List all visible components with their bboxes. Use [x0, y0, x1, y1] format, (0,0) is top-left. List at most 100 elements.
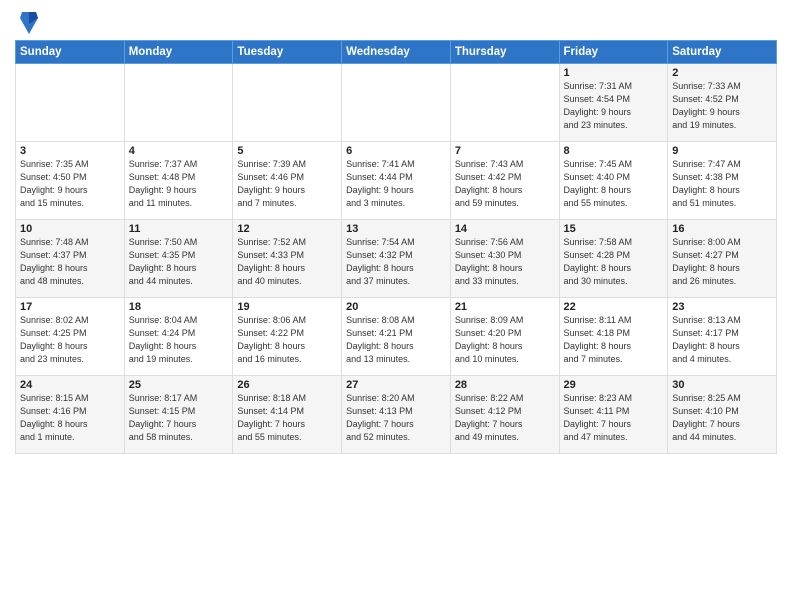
day-info: Sunrise: 7:58 AM Sunset: 4:28 PM Dayligh…: [564, 236, 664, 288]
day-info: Sunrise: 8:17 AM Sunset: 4:15 PM Dayligh…: [129, 392, 229, 444]
calendar-week-row: 24Sunrise: 8:15 AM Sunset: 4:16 PM Dayli…: [16, 376, 777, 454]
calendar-week-row: 1Sunrise: 7:31 AM Sunset: 4:54 PM Daylig…: [16, 64, 777, 142]
day-info: Sunrise: 8:20 AM Sunset: 4:13 PM Dayligh…: [346, 392, 446, 444]
day-info: Sunrise: 7:41 AM Sunset: 4:44 PM Dayligh…: [346, 158, 446, 210]
calendar-day-cell: [124, 64, 233, 142]
logo-icon: [18, 10, 40, 36]
weekday-header: Saturday: [668, 41, 777, 64]
day-info: Sunrise: 8:08 AM Sunset: 4:21 PM Dayligh…: [346, 314, 446, 366]
day-info: Sunrise: 7:48 AM Sunset: 4:37 PM Dayligh…: [20, 236, 120, 288]
calendar-day-cell: [233, 64, 342, 142]
day-number: 24: [20, 379, 120, 391]
day-info: Sunrise: 7:52 AM Sunset: 4:33 PM Dayligh…: [237, 236, 337, 288]
calendar-day-cell: 23Sunrise: 8:13 AM Sunset: 4:17 PM Dayli…: [668, 298, 777, 376]
calendar-day-cell: 11Sunrise: 7:50 AM Sunset: 4:35 PM Dayli…: [124, 220, 233, 298]
day-number: 3: [20, 145, 120, 157]
day-number: 22: [564, 301, 664, 313]
calendar-day-cell: 10Sunrise: 7:48 AM Sunset: 4:37 PM Dayli…: [16, 220, 125, 298]
day-number: 2: [672, 67, 772, 79]
day-info: Sunrise: 8:23 AM Sunset: 4:11 PM Dayligh…: [564, 392, 664, 444]
calendar-day-cell: 4Sunrise: 7:37 AM Sunset: 4:48 PM Daylig…: [124, 142, 233, 220]
calendar-day-cell: [16, 64, 125, 142]
day-info: Sunrise: 8:15 AM Sunset: 4:16 PM Dayligh…: [20, 392, 120, 444]
logo: [15, 14, 40, 36]
calendar-day-cell: 12Sunrise: 7:52 AM Sunset: 4:33 PM Dayli…: [233, 220, 342, 298]
calendar-day-cell: 6Sunrise: 7:41 AM Sunset: 4:44 PM Daylig…: [342, 142, 451, 220]
day-number: 20: [346, 301, 446, 313]
day-info: Sunrise: 8:13 AM Sunset: 4:17 PM Dayligh…: [672, 314, 772, 366]
calendar-day-cell: 15Sunrise: 7:58 AM Sunset: 4:28 PM Dayli…: [559, 220, 668, 298]
calendar-week-row: 17Sunrise: 8:02 AM Sunset: 4:25 PM Dayli…: [16, 298, 777, 376]
day-info: Sunrise: 8:09 AM Sunset: 4:20 PM Dayligh…: [455, 314, 555, 366]
day-number: 23: [672, 301, 772, 313]
weekday-header: Monday: [124, 41, 233, 64]
calendar-day-cell: 2Sunrise: 7:33 AM Sunset: 4:52 PM Daylig…: [668, 64, 777, 142]
day-info: Sunrise: 8:22 AM Sunset: 4:12 PM Dayligh…: [455, 392, 555, 444]
calendar-day-cell: 19Sunrise: 8:06 AM Sunset: 4:22 PM Dayli…: [233, 298, 342, 376]
day-number: 27: [346, 379, 446, 391]
day-info: Sunrise: 8:25 AM Sunset: 4:10 PM Dayligh…: [672, 392, 772, 444]
day-info: Sunrise: 7:33 AM Sunset: 4:52 PM Dayligh…: [672, 80, 772, 132]
day-number: 14: [455, 223, 555, 235]
calendar-week-row: 10Sunrise: 7:48 AM Sunset: 4:37 PM Dayli…: [16, 220, 777, 298]
day-info: Sunrise: 7:47 AM Sunset: 4:38 PM Dayligh…: [672, 158, 772, 210]
day-info: Sunrise: 7:54 AM Sunset: 4:32 PM Dayligh…: [346, 236, 446, 288]
day-info: Sunrise: 7:43 AM Sunset: 4:42 PM Dayligh…: [455, 158, 555, 210]
calendar-day-cell: 7Sunrise: 7:43 AM Sunset: 4:42 PM Daylig…: [450, 142, 559, 220]
calendar-day-cell: 30Sunrise: 8:25 AM Sunset: 4:10 PM Dayli…: [668, 376, 777, 454]
calendar-table: SundayMondayTuesdayWednesdayThursdayFrid…: [15, 40, 777, 454]
day-number: 28: [455, 379, 555, 391]
weekday-header: Thursday: [450, 41, 559, 64]
day-info: Sunrise: 7:31 AM Sunset: 4:54 PM Dayligh…: [564, 80, 664, 132]
day-info: Sunrise: 8:02 AM Sunset: 4:25 PM Dayligh…: [20, 314, 120, 366]
weekday-header: Wednesday: [342, 41, 451, 64]
calendar-day-cell: 21Sunrise: 8:09 AM Sunset: 4:20 PM Dayli…: [450, 298, 559, 376]
day-info: Sunrise: 8:18 AM Sunset: 4:14 PM Dayligh…: [237, 392, 337, 444]
calendar-day-cell: 29Sunrise: 8:23 AM Sunset: 4:11 PM Dayli…: [559, 376, 668, 454]
weekday-header: Friday: [559, 41, 668, 64]
calendar-day-cell: 28Sunrise: 8:22 AM Sunset: 4:12 PM Dayli…: [450, 376, 559, 454]
calendar-day-cell: [342, 64, 451, 142]
day-number: 4: [129, 145, 229, 157]
day-number: 16: [672, 223, 772, 235]
calendar-day-cell: 24Sunrise: 8:15 AM Sunset: 4:16 PM Dayli…: [16, 376, 125, 454]
day-number: 7: [455, 145, 555, 157]
day-number: 13: [346, 223, 446, 235]
calendar-day-cell: 17Sunrise: 8:02 AM Sunset: 4:25 PM Dayli…: [16, 298, 125, 376]
day-info: Sunrise: 7:45 AM Sunset: 4:40 PM Dayligh…: [564, 158, 664, 210]
day-info: Sunrise: 8:11 AM Sunset: 4:18 PM Dayligh…: [564, 314, 664, 366]
calendar-day-cell: 16Sunrise: 8:00 AM Sunset: 4:27 PM Dayli…: [668, 220, 777, 298]
calendar-day-cell: 3Sunrise: 7:35 AM Sunset: 4:50 PM Daylig…: [16, 142, 125, 220]
day-info: Sunrise: 8:06 AM Sunset: 4:22 PM Dayligh…: [237, 314, 337, 366]
calendar-day-cell: 5Sunrise: 7:39 AM Sunset: 4:46 PM Daylig…: [233, 142, 342, 220]
day-number: 15: [564, 223, 664, 235]
day-number: 30: [672, 379, 772, 391]
day-number: 19: [237, 301, 337, 313]
calendar-day-cell: [450, 64, 559, 142]
day-info: Sunrise: 8:00 AM Sunset: 4:27 PM Dayligh…: [672, 236, 772, 288]
day-number: 6: [346, 145, 446, 157]
calendar-day-cell: 14Sunrise: 7:56 AM Sunset: 4:30 PM Dayli…: [450, 220, 559, 298]
day-number: 12: [237, 223, 337, 235]
day-number: 29: [564, 379, 664, 391]
calendar-day-cell: 9Sunrise: 7:47 AM Sunset: 4:38 PM Daylig…: [668, 142, 777, 220]
calendar-header-row: SundayMondayTuesdayWednesdayThursdayFrid…: [16, 41, 777, 64]
day-number: 5: [237, 145, 337, 157]
day-info: Sunrise: 7:39 AM Sunset: 4:46 PM Dayligh…: [237, 158, 337, 210]
day-number: 26: [237, 379, 337, 391]
calendar-day-cell: 13Sunrise: 7:54 AM Sunset: 4:32 PM Dayli…: [342, 220, 451, 298]
page: SundayMondayTuesdayWednesdayThursdayFrid…: [0, 0, 792, 462]
day-number: 25: [129, 379, 229, 391]
calendar-day-cell: 26Sunrise: 8:18 AM Sunset: 4:14 PM Dayli…: [233, 376, 342, 454]
header: [15, 10, 777, 36]
day-number: 18: [129, 301, 229, 313]
day-number: 8: [564, 145, 664, 157]
day-number: 1: [564, 67, 664, 79]
day-info: Sunrise: 7:37 AM Sunset: 4:48 PM Dayligh…: [129, 158, 229, 210]
weekday-header: Tuesday: [233, 41, 342, 64]
day-number: 9: [672, 145, 772, 157]
calendar-day-cell: 25Sunrise: 8:17 AM Sunset: 4:15 PM Dayli…: [124, 376, 233, 454]
calendar-day-cell: 20Sunrise: 8:08 AM Sunset: 4:21 PM Dayli…: [342, 298, 451, 376]
calendar-day-cell: 8Sunrise: 7:45 AM Sunset: 4:40 PM Daylig…: [559, 142, 668, 220]
calendar-day-cell: 18Sunrise: 8:04 AM Sunset: 4:24 PM Dayli…: [124, 298, 233, 376]
